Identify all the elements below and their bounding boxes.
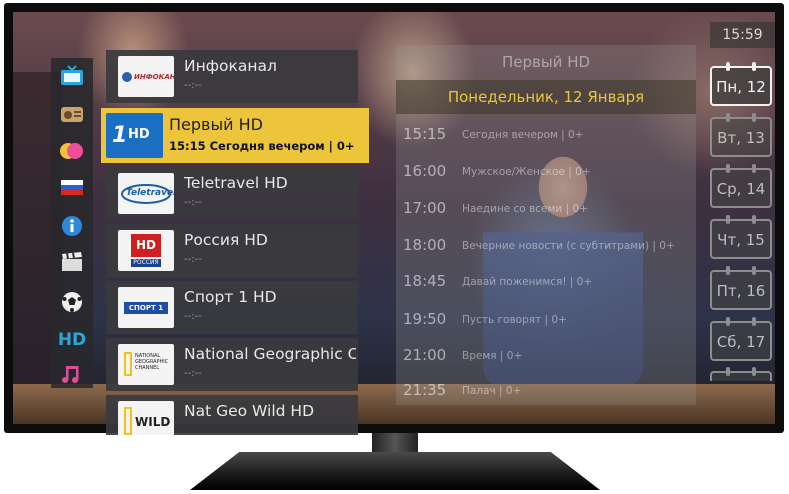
program-row[interactable]: 17:00 Наедине со всеми | 0+ <box>396 195 696 225</box>
epg-date: Понедельник, 12 Января <box>396 80 696 114</box>
info-icon[interactable] <box>59 214 85 238</box>
natgeo-wild-logo-icon <box>124 407 132 435</box>
program-row[interactable]: 21:00 Время | 0+ <box>396 342 696 372</box>
channel-row[interactable]: ИНФОКАНАЛ Инфоканал --:-- <box>106 50 358 103</box>
program-time: 21:00 <box>403 346 447 364</box>
film-icon[interactable] <box>59 250 85 274</box>
channel-row[interactable]: СПОРТ 1 Спорт 1 HD --:-- <box>106 281 358 334</box>
channel-program: --:-- <box>184 311 202 322</box>
program-title: Мужское/Женское | 0+ <box>462 166 591 178</box>
program-time: 19:50 <box>403 310 447 328</box>
clock: 15:59 <box>710 22 775 48</box>
tv-stand-base <box>190 452 600 490</box>
channel-logo-text: ИНФОКАНАЛ <box>134 73 174 81</box>
channel-name: Инфоканал <box>184 57 277 75</box>
program-row[interactable]: 18:45 Давай поженимся! | 0+ <box>396 268 696 298</box>
channel-row[interactable]: HD РОССИЯ Россия HD --:-- <box>106 224 358 277</box>
program-time: 18:00 <box>403 236 447 254</box>
channel-program: --:-- <box>184 197 202 208</box>
channel-logo-text: HD <box>131 234 161 257</box>
program-title: Вечерние новости (с субтитрами) | 0+ <box>462 240 675 252</box>
channel-row[interactable]: NATIONAL GEOGRAPHIC CHANNEL National Geo… <box>106 338 358 391</box>
channel-name: National Geographic Ch <box>184 345 356 363</box>
day-button[interactable]: Вт, 13 <box>710 113 772 157</box>
day-button[interactable]: Пт, 16 <box>710 266 772 310</box>
tv-frame: HD ИНФОКАНАЛ Инфоканал --:-- 1 HD Первый… <box>4 3 784 435</box>
program-time: 17:00 <box>403 199 447 217</box>
program-title: Время | 0+ <box>462 350 523 362</box>
channel1-logo-icon: 1 <box>112 123 128 148</box>
favorites-icon[interactable] <box>59 138 85 162</box>
program-time: 15:15 <box>403 125 447 143</box>
channel-logo: 1 HD <box>106 113 163 158</box>
channel-name: Россия HD <box>184 231 268 249</box>
channel-logo-text: HD <box>128 127 150 142</box>
channel-logo-text: WILD <box>135 415 171 429</box>
program-title: Наедине со всеми | 0+ <box>462 203 588 215</box>
channel-program: --:-- <box>184 368 202 379</box>
program-title: Палач | 0+ <box>462 385 522 397</box>
program-row[interactable]: 21:35 Палач | 0+ <box>396 377 696 405</box>
channel-name: Nat Geo Wild HD <box>184 402 315 420</box>
channel-logo-subtext: РОССИЯ <box>131 259 161 267</box>
program-row[interactable]: 19:50 Пусть говорят | 0+ <box>396 306 696 336</box>
program-row[interactable]: 18:00 Вечерние новости (с субтитрами) | … <box>396 232 696 262</box>
program-row[interactable]: 16:00 Мужское/Женское | 0+ <box>396 158 696 188</box>
channel-program: 15:15 Сегодня вечером | 0+ <box>169 139 355 153</box>
channel-name: Спорт 1 HD <box>184 288 277 306</box>
program-time: 18:45 <box>403 272 447 290</box>
program-time: 16:00 <box>403 162 447 180</box>
channel-logo: NATIONAL GEOGRAPHIC CHANNEL <box>118 344 174 385</box>
channel-row-selected[interactable]: 1 HD Первый HD 15:15 Сегодня вечером | 0… <box>101 108 369 163</box>
channel-logo: СПОРТ 1 <box>118 287 174 328</box>
epg-panel: Первый HD Понедельник, 12 Января 15:15 С… <box>396 45 696 405</box>
channel-logo: HD РОССИЯ <box>118 230 174 271</box>
channel-program: --:-- <box>184 80 202 91</box>
day-button-active[interactable]: Пн, 12 <box>710 62 772 106</box>
infokanal-logo-icon <box>122 72 132 82</box>
program-title: Сегодня вечером | 0+ <box>462 129 584 141</box>
football-icon[interactable] <box>59 290 85 314</box>
epg-channel-title: Первый HD <box>501 53 591 71</box>
category-sidebar: HD <box>51 58 93 388</box>
channel-logo-text: СПОРТ 1 <box>124 302 168 314</box>
channel-logo: WILD <box>118 401 174 435</box>
music-icon[interactable] <box>59 364 85 384</box>
channel-program: --:-- <box>184 254 202 265</box>
day-button[interactable]: Чт, 15 <box>710 215 772 259</box>
natgeo-logo-icon <box>124 352 132 376</box>
day-button[interactable]: Ср, 14 <box>710 164 772 208</box>
program-title: Давай поженимся! | 0+ <box>462 276 593 288</box>
tv-stand-neck <box>372 433 418 455</box>
channel-name: Первый HD <box>169 115 263 134</box>
russia-flag-icon[interactable] <box>59 176 85 200</box>
day-button[interactable]: Сб, 17 <box>710 317 772 361</box>
channel-logo-text: NATIONAL GEOGRAPHIC CHANNEL <box>135 353 169 371</box>
channel-logo: ИНФОКАНАЛ <box>118 56 174 97</box>
program-time: 21:35 <box>403 381 447 399</box>
program-row[interactable]: 15:15 Сегодня вечером | 0+ <box>396 121 696 151</box>
channel-logo: Teletravel <box>118 173 174 214</box>
day-button-partial[interactable] <box>710 367 772 381</box>
program-title: Пусть говорят | 0+ <box>462 314 567 326</box>
channel-name: Teletravel HD <box>184 174 288 192</box>
channel-logo-text: Teletravel <box>126 188 174 198</box>
tv-icon[interactable] <box>59 64 85 88</box>
channel-row[interactable]: Teletravel Teletravel HD --:-- <box>106 167 358 220</box>
radio-icon[interactable] <box>59 102 85 126</box>
hd-icon[interactable]: HD <box>58 328 86 352</box>
channel-row[interactable]: WILD Nat Geo Wild HD <box>106 395 358 435</box>
